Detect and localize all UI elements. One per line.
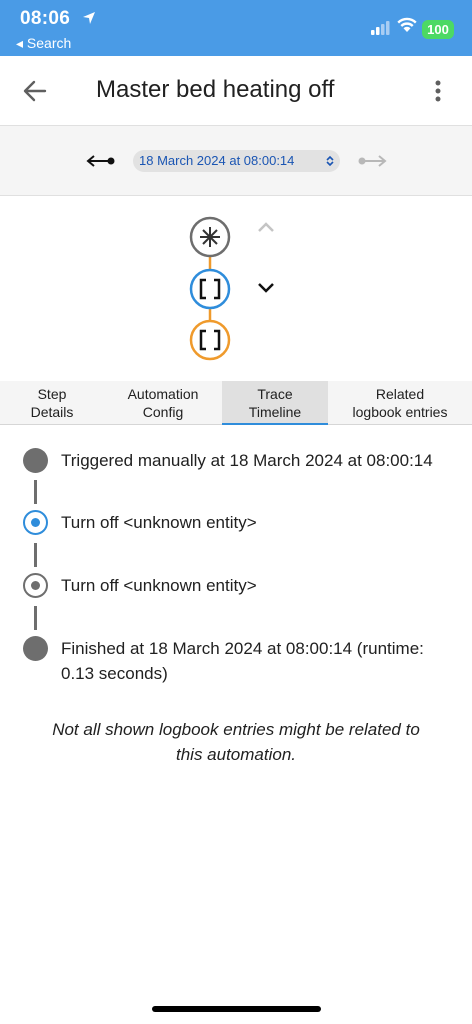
tab-label: Automation	[127, 386, 199, 402]
asterisk-icon	[200, 227, 220, 247]
wifi-icon	[397, 17, 417, 32]
tab-trace-timeline[interactable]: Trace Timeline	[222, 381, 328, 425]
timeline-entry-action: Turn off <unknown entity>	[61, 513, 257, 532]
timeline-active-dot-icon	[23, 510, 48, 535]
finish-line-2: 0.13 seconds)	[61, 664, 168, 683]
logbook-footnote: Not all shown logbook entries might be r…	[30, 717, 442, 767]
page-title: Master bed heating off	[96, 76, 335, 103]
more-vert-icon[interactable]	[428, 79, 448, 103]
action-node-active[interactable]	[189, 268, 231, 310]
trace-selector-bar: 18 March 2024 at 08:00:14	[0, 126, 472, 196]
tab-related-logbook[interactable]: Related logbook entries	[328, 381, 472, 425]
timeline-entry-trigger: Triggered manually at 18 March 2024 at 0…	[61, 451, 433, 470]
battery-indicator: 100	[422, 20, 454, 39]
tab-step-details[interactable]: Step Details	[0, 381, 104, 425]
footnote-line-1: Not all shown logbook entries might be r…	[52, 720, 420, 739]
timeline-dot-icon	[23, 636, 48, 661]
back-to-app-link[interactable]: ◂ Search	[16, 35, 71, 52]
location-arrow-icon	[83, 12, 95, 24]
status-bar: 08:06 ◂ Search 100	[0, 0, 472, 56]
timeline-dot-icon	[23, 448, 48, 473]
cell-signal-icon	[371, 21, 390, 35]
trace-graph	[0, 197, 472, 381]
timeline-connector	[34, 606, 37, 630]
action-node[interactable]	[189, 319, 231, 361]
timeline-connector	[34, 480, 37, 504]
oldest-trace-icon[interactable]	[86, 153, 116, 169]
back-arrow-icon[interactable]	[22, 78, 48, 104]
tab-label: Step	[37, 386, 67, 402]
home-indicator[interactable]	[152, 1006, 321, 1012]
newer-trace-icon	[358, 155, 387, 167]
trigger-node[interactable]	[189, 216, 231, 258]
unfold-icon	[326, 155, 334, 167]
timeline-step-dot-icon	[23, 573, 48, 598]
status-time: 08:06	[20, 8, 71, 29]
chevron-up-icon	[258, 222, 274, 232]
finish-line-1: Finished at 18 March 2024 at 08:00:14 (r…	[61, 639, 424, 658]
tab-label: Details	[30, 404, 74, 420]
trace-tabs: Step Details Automation Config Trace Tim…	[0, 381, 472, 425]
tab-label: Config	[142, 404, 184, 420]
timeline-entry-finish: Finished at 18 March 2024 at 08:00:14 (r…	[61, 636, 424, 686]
tab-label: logbook entries	[352, 404, 448, 420]
trace-date-select[interactable]: 18 March 2024 at 08:00:14	[133, 150, 340, 172]
tab-automation-config[interactable]: Automation Config	[104, 381, 222, 425]
tab-label: Trace	[257, 386, 293, 402]
tab-label: Related	[375, 386, 425, 402]
footnote-line-2: this automation.	[175, 745, 296, 764]
timeline-entry-action: Turn off <unknown entity>	[61, 576, 257, 595]
trace-date-value: 18 March 2024 at 08:00:14	[139, 153, 295, 168]
timeline-connector	[34, 543, 37, 567]
chevron-down-icon	[258, 283, 274, 293]
app-header: Master bed heating off	[0, 56, 472, 126]
tab-label: Timeline	[248, 404, 302, 420]
